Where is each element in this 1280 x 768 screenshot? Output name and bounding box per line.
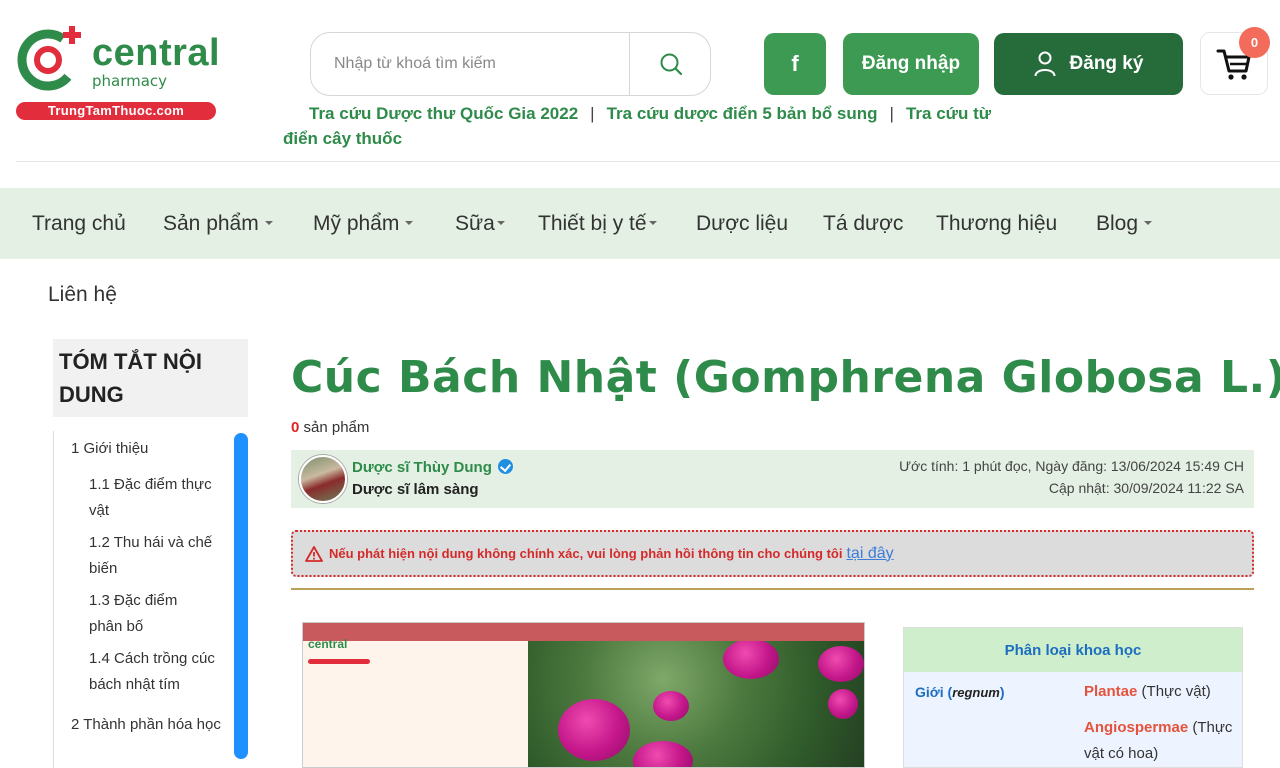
nav-item-products[interactable]: Sản phẩm xyxy=(163,188,273,259)
flower-head xyxy=(723,641,779,679)
nav-item-label: Mỹ phẩm xyxy=(313,212,400,235)
nav-item-label: Dược liệu xyxy=(696,212,789,235)
toc-item[interactable]: 1 Giới thiệu xyxy=(71,436,231,462)
article-meta-updated: Cập nhật: 30/09/2024 11:22 SA xyxy=(1048,480,1244,496)
nav-item-label: Blog xyxy=(1096,212,1139,235)
toc-item[interactable]: 1.1 Đặc điểm thực vật xyxy=(89,472,214,524)
product-count-number: 0 xyxy=(291,419,300,436)
nav-item-contact[interactable]: Liên hệ xyxy=(48,283,117,307)
site-logo[interactable]: central pharmacy TrungTamThuoc.com xyxy=(14,22,221,122)
author-name-text: Dược sĩ Thùy Dung xyxy=(352,459,492,476)
warning-icon xyxy=(305,545,323,562)
toc-item[interactable]: 1.2 Thu hái và chế biến xyxy=(89,530,214,582)
verified-icon xyxy=(497,458,513,474)
logo-sub: pharmacy xyxy=(92,72,168,90)
nav-item-cosmetics[interactable]: Mỹ phẩm xyxy=(313,188,414,259)
content-divider xyxy=(291,588,1254,590)
quick-link-duoc-dien[interactable]: Tra cứu dược điển 5 bản bổ sung xyxy=(607,104,878,123)
nav-item-label: Thiết bị y tế xyxy=(538,212,647,235)
nav-item-label: Trang chủ xyxy=(32,212,126,235)
flower-head xyxy=(828,689,858,719)
search-box xyxy=(310,32,711,96)
article-image[interactable]: central xyxy=(302,622,865,768)
toc-title: TÓM TẮT NỘI DUNG xyxy=(53,339,248,417)
facebook-icon: f xyxy=(791,51,799,76)
search-button[interactable] xyxy=(629,33,711,95)
toc-item[interactable]: 2 Thành phần hóa học xyxy=(71,712,226,738)
nav-item-blog[interactable]: Blog xyxy=(1096,188,1153,259)
chevron-down-icon xyxy=(648,220,657,225)
nav-item-label: Thương hiệu xyxy=(936,212,1058,235)
classification-key: Giới (regnum) xyxy=(915,684,1005,700)
nav-item-brands[interactable]: Thương hiệu xyxy=(936,188,1057,259)
quick-link-separator: | xyxy=(889,104,894,123)
author-box: Dược sĩ Thùy Dung Dược sĩ lâm sàng Ước t… xyxy=(291,450,1254,508)
quick-link-separator: | xyxy=(590,104,595,123)
nav-item-medical-devices[interactable]: Thiết bị y tế xyxy=(538,188,657,259)
chevron-down-icon xyxy=(405,220,414,225)
quick-link-duoc-thu[interactable]: Tra cứu Dược thư Quốc Gia 2022 xyxy=(309,104,578,123)
nav-item-milk[interactable]: Sữa xyxy=(455,188,505,259)
chevron-down-icon xyxy=(264,220,273,225)
feedback-link[interactable]: tại đây xyxy=(846,545,893,563)
avatar[interactable] xyxy=(299,455,347,503)
author-name[interactable]: Dược sĩ Thùy Dung xyxy=(352,458,513,476)
quick-links: Tra cứu Dược thư Quốc Gia 2022 | Tra cứu d… xyxy=(283,101,998,151)
flower-head xyxy=(818,646,864,682)
logo-name: central xyxy=(92,32,221,74)
classification-body: Giới (regnum) Plantae (Thực vật) Angiosp… xyxy=(904,672,1242,767)
facebook-button[interactable]: f xyxy=(764,33,826,95)
product-count: 0 sản phẩm xyxy=(291,419,369,436)
nav-item-home[interactable]: Trang chủ xyxy=(32,188,126,259)
cart-count-badge: 0 xyxy=(1239,27,1270,58)
image-watermark-logo: central xyxy=(308,637,348,651)
logo-mark-icon xyxy=(17,26,81,91)
classification-key-text: Giới xyxy=(915,684,944,700)
article-title: Cúc Bách Nhật (Gomphrena Globosa L.) xyxy=(291,352,1280,403)
nav-item-excipients[interactable]: Tá dược xyxy=(823,188,903,259)
user-icon xyxy=(1034,51,1056,77)
flower-head xyxy=(633,741,693,767)
search-input[interactable] xyxy=(312,34,628,94)
classification-title: Phân loại khoa học xyxy=(904,628,1242,672)
flower-head xyxy=(558,699,630,761)
warning-text: Nếu phát hiện nội dung không chính xác, … xyxy=(329,546,843,561)
nav-item-label: Tá dược xyxy=(823,212,904,235)
register-button[interactable]: Đăng ký xyxy=(994,33,1183,95)
product-count-label: sản phẩm xyxy=(303,419,370,436)
classification-table: Phân loại khoa học Giới (regnum) Plantae… xyxy=(903,627,1243,768)
chevron-down-icon xyxy=(496,220,505,225)
flower-photo xyxy=(528,641,864,767)
login-button[interactable]: Đăng nhập xyxy=(843,33,979,95)
classification-value: Plantae (Thực vật) xyxy=(1084,683,1211,700)
classification-value-sub: (Thực vật) xyxy=(1141,683,1211,700)
nav-item-label: Sữa xyxy=(455,212,495,235)
toc-item[interactable]: 1.4 Cách trồng cúc bách nhật tím xyxy=(89,646,224,698)
classification-value: Angiospermae (Thực vật có hoa) xyxy=(1084,715,1234,767)
feedback-warning: Nếu phát hiện nội dung không chính xác, … xyxy=(291,530,1254,577)
toc-list: 1 Giới thiệu 1.1 Đặc điểm thực vật 1.2 T… xyxy=(53,431,248,768)
classification-value-main[interactable]: Plantae xyxy=(1084,683,1137,700)
image-watermark-bar xyxy=(308,659,370,664)
classification-value-main[interactable]: Angiospermae xyxy=(1084,719,1188,736)
nav-item-herbal[interactable]: Dược liệu xyxy=(696,188,788,259)
author-role: Dược sĩ lâm sàng xyxy=(352,481,479,498)
nav-item-label: Sản phẩm xyxy=(163,212,259,235)
toc-item[interactable]: 1.3 Đặc điểm phân bố xyxy=(89,588,214,640)
chevron-down-icon xyxy=(1144,220,1153,225)
main-nav: Trang chủ Sản phẩm Mỹ phẩm Sữa Thiết bị … xyxy=(0,188,1280,259)
header-divider xyxy=(16,161,1280,162)
classification-key-latin: regnum xyxy=(952,685,1000,700)
article-meta-date: Ước tính: 1 phút đọc, Ngày đăng: 13/06/2… xyxy=(899,458,1244,474)
image-top-bar xyxy=(303,623,864,641)
register-label: Đăng ký xyxy=(1069,53,1144,74)
toc-scrollbar[interactable] xyxy=(234,433,248,759)
flower-head xyxy=(653,691,689,721)
logo-domain: TrungTamThuoc.com xyxy=(16,102,216,120)
search-icon xyxy=(660,53,682,76)
